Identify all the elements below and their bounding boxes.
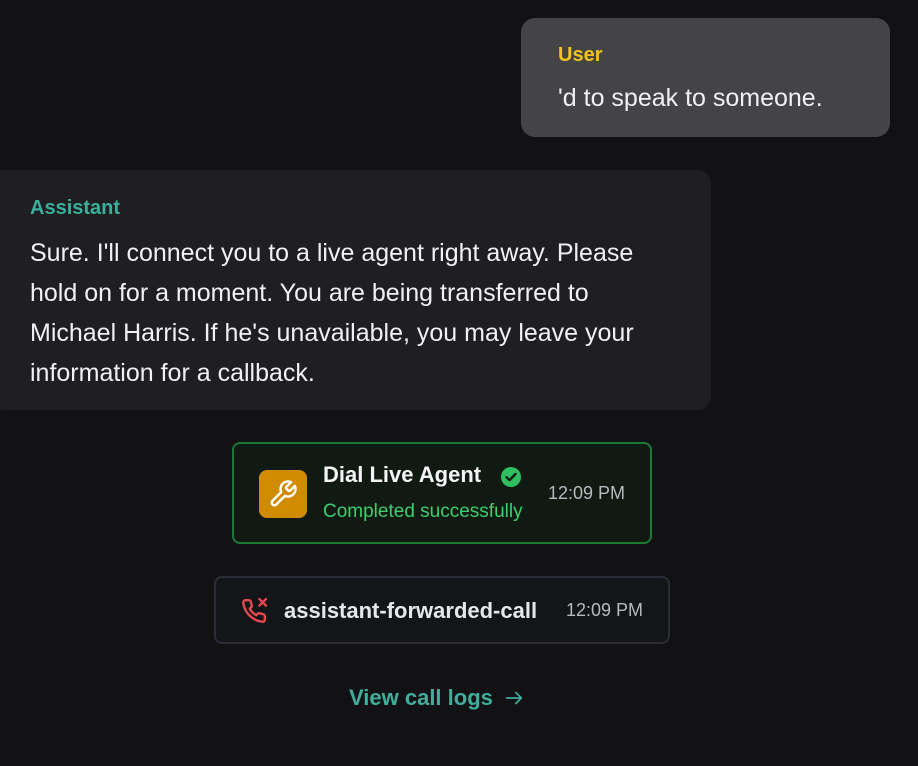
assistant-message-label: Assistant — [30, 197, 121, 219]
tool-call-time: 12:09 PM — [547, 483, 625, 503]
view-call-logs-link[interactable]: View call logs — [349, 682, 525, 714]
forwarded-call-card[interactable]: assistant-forwarded-call 12:09 PM — [214, 576, 670, 644]
assistant-message: Assistant Sure. I'll connect you to a li… — [0, 170, 711, 410]
arrow-right-icon — [505, 691, 523, 705]
user-message-text: 'd to speak to someone. — [558, 84, 823, 112]
user-message-label: User — [558, 44, 603, 66]
tool-call-status: Completed successfully — [323, 501, 523, 522]
forwarded-call-label: assistant-forwarded-call — [284, 598, 538, 623]
tool-call-title: Dial Live Agent — [323, 462, 482, 487]
view-call-logs-label: View call logs — [349, 685, 493, 710]
user-message: User 'd to speak to someone. — [521, 18, 890, 137]
phone-missed-icon — [242, 598, 267, 623]
check-circle-icon — [501, 467, 521, 487]
tool-call-card[interactable]: Dial Live Agent Completed successfully 1… — [232, 442, 652, 544]
wrench-icon — [259, 470, 307, 518]
chat-transcript: User 'd to speak to someone. Assistant S… — [0, 0, 918, 766]
forwarded-call-time: 12:09 PM — [565, 600, 643, 620]
assistant-message-text: Sure. I'll connect you to a live agent r… — [30, 239, 634, 387]
